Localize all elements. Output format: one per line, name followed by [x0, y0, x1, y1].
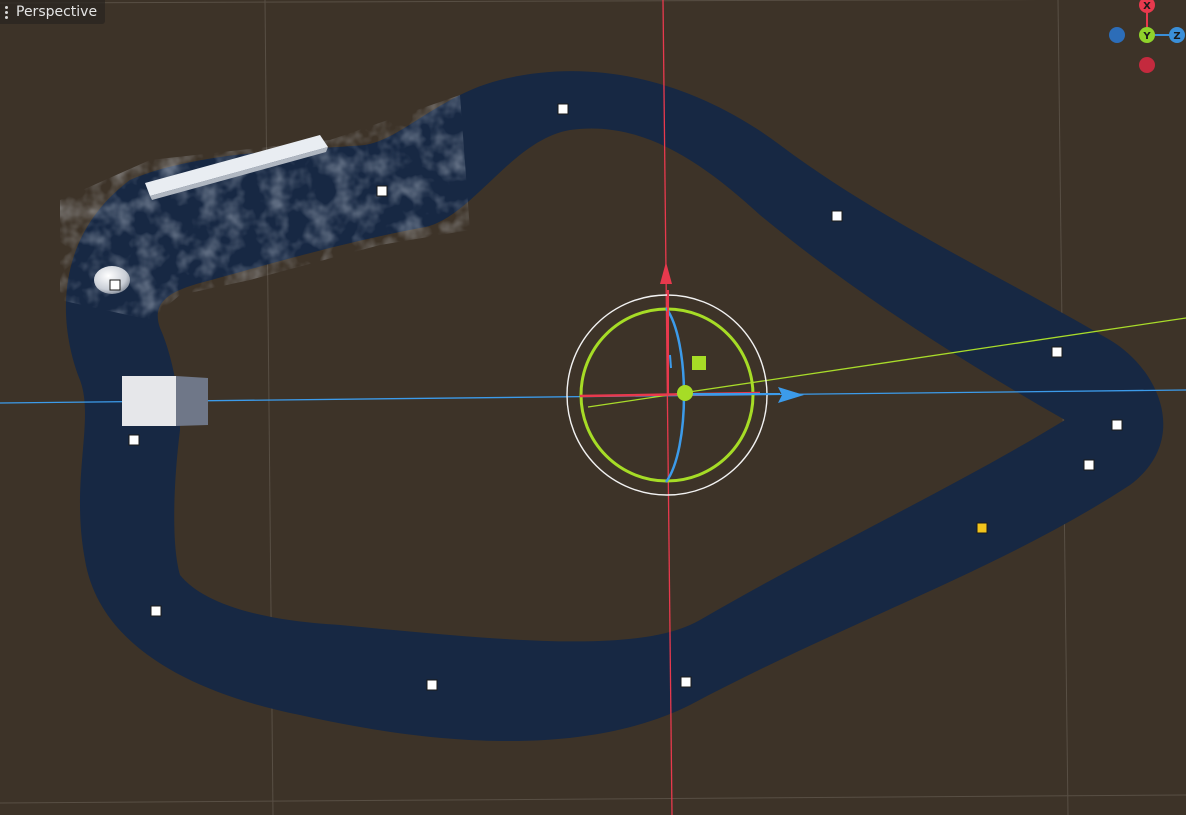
3d-viewport[interactable]: X Z Y Perspective [0, 0, 1186, 815]
cube-mesh[interactable] [122, 376, 208, 426]
control-point [831, 210, 843, 222]
viewport-view-menu[interactable]: Perspective [0, 0, 106, 24]
perspective-label: Perspective [16, 4, 98, 20]
x-axis-label: X [1143, 1, 1151, 12]
y-axis-label: Y [1142, 31, 1151, 42]
control-point [150, 605, 162, 617]
kebab-menu-icon[interactable] [2, 0, 10, 24]
control-point [557, 103, 569, 115]
negative-z-axis-handle [1109, 27, 1125, 43]
control-point [1111, 419, 1123, 431]
control-point [1051, 346, 1063, 358]
control-point [109, 279, 121, 291]
selected-control-point[interactable] [976, 522, 988, 534]
control-point [426, 679, 438, 691]
control-point [128, 434, 140, 446]
scene-canvas[interactable]: X Z Y [0, 0, 1186, 815]
z-axis-label: Z [1173, 31, 1180, 42]
negative-x-axis-handle [1139, 57, 1155, 73]
transform-gizmo[interactable] [566, 262, 804, 496]
control-point [680, 676, 692, 688]
orientation-gizmo[interactable]: X Z Y [1109, 0, 1185, 73]
control-point [1083, 459, 1095, 471]
control-point [376, 185, 388, 197]
